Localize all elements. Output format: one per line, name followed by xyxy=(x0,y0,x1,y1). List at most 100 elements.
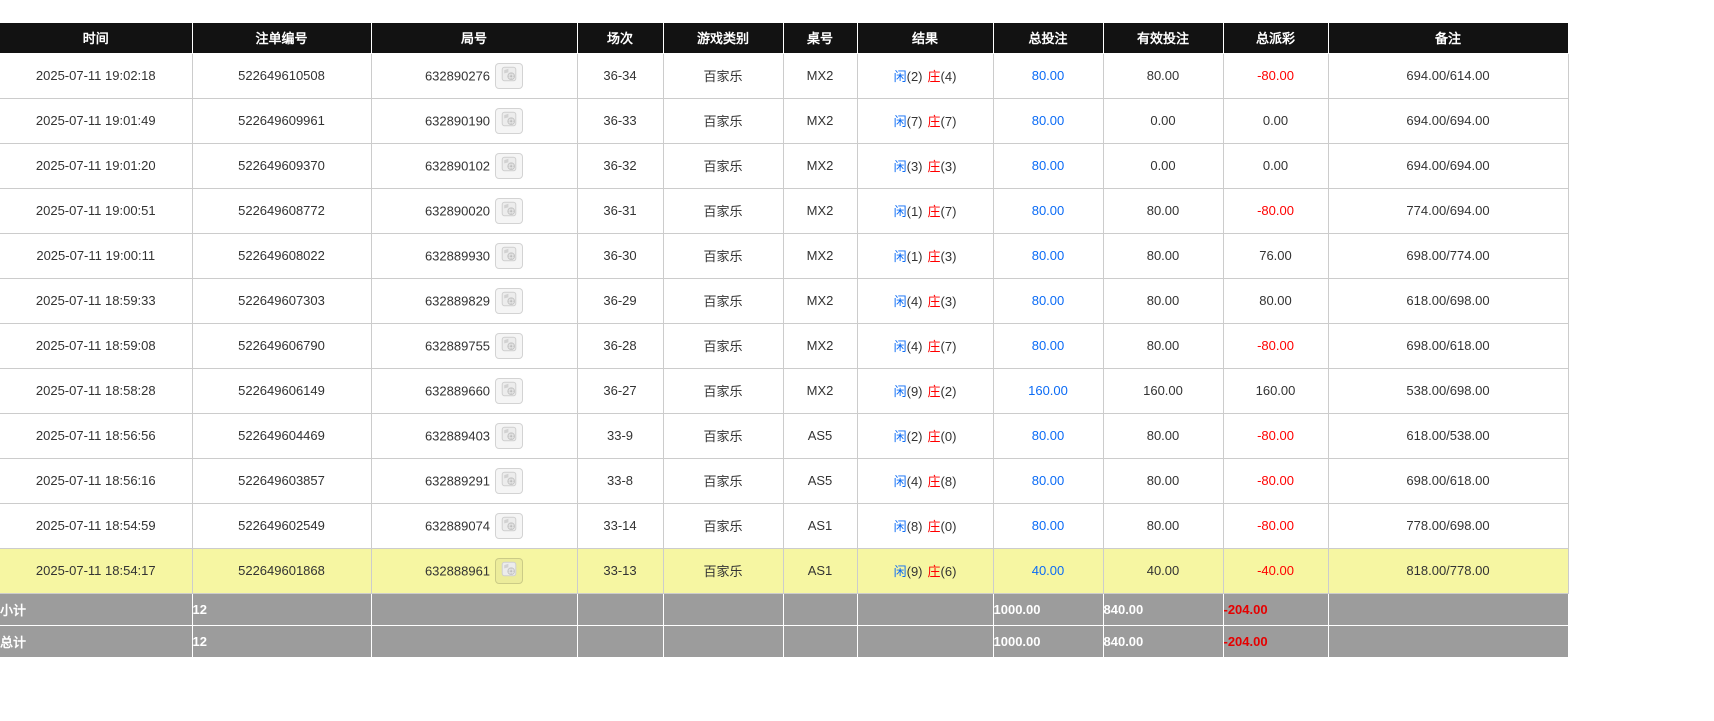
round-id-cell: 632890102 xyxy=(371,143,577,188)
video-replay-button[interactable] xyxy=(495,558,523,584)
banker-score: (7) xyxy=(941,114,957,129)
col-header-table-no: 桌号 xyxy=(783,23,857,53)
result-cell: 闲(2)庄(0) xyxy=(857,413,993,458)
valid-bet-cell: 40.00 xyxy=(1103,548,1223,593)
video-replay-button[interactable] xyxy=(495,198,523,224)
session-cell: 36-33 xyxy=(577,98,663,143)
video-replay-button[interactable] xyxy=(495,333,523,359)
banker-score: (0) xyxy=(941,519,957,534)
table-no-cell: MX2 xyxy=(783,323,857,368)
total-bet-cell: 80.00 xyxy=(993,458,1103,503)
remark-cell: 698.00/618.00 xyxy=(1328,323,1568,368)
player-label: 闲 xyxy=(894,474,907,489)
valid-bet-cell: 80.00 xyxy=(1103,503,1223,548)
video-replay-button[interactable] xyxy=(495,468,523,494)
col-header-payout: 总派彩 xyxy=(1223,23,1328,53)
video-replay-icon xyxy=(501,381,517,400)
game-type-cell: 百家乐 xyxy=(663,548,783,593)
video-replay-icon xyxy=(501,111,517,130)
table-row[interactable]: 2025-07-11 19:00:11 522649608022 6328899… xyxy=(0,233,1568,278)
table-header-row: 时间 注单编号 局号 场次 游戏类别 桌号 结果 总投注 有效投注 总派彩 备注 xyxy=(0,23,1568,53)
game-type-cell: 百家乐 xyxy=(663,323,783,368)
subtotal-payout: -204.00 xyxy=(1223,593,1328,625)
round-id: 632889291 xyxy=(425,473,490,488)
video-replay-button[interactable] xyxy=(495,153,523,179)
table-row[interactable]: 2025-07-11 18:54:59 522649602549 6328890… xyxy=(0,503,1568,548)
result-cell: 闲(3)庄(3) xyxy=(857,143,993,188)
table-row[interactable]: 2025-07-11 18:56:56 522649604469 6328894… xyxy=(0,413,1568,458)
table-row[interactable]: 2025-07-11 18:58:28 522649606149 6328896… xyxy=(0,368,1568,413)
player-score: (2) xyxy=(907,429,923,444)
video-replay-button[interactable] xyxy=(495,108,523,134)
result-cell: 闲(9)庄(2) xyxy=(857,368,993,413)
player-label: 闲 xyxy=(894,339,907,354)
table-row[interactable]: 2025-07-11 19:00:51 522649608772 6328900… xyxy=(0,188,1568,233)
table-row[interactable]: 2025-07-11 18:56:16 522649603857 6328892… xyxy=(0,458,1568,503)
table-row[interactable]: 2025-07-11 19:01:20 522649609370 6328901… xyxy=(0,143,1568,188)
round-id: 632889403 xyxy=(425,428,490,443)
grand-total-valid-bet: 840.00 xyxy=(1103,625,1223,657)
session-cell: 36-30 xyxy=(577,233,663,278)
payout-cell: -80.00 xyxy=(1223,458,1328,503)
banker-score: (3) xyxy=(941,249,957,264)
result-cell: 闲(4)庄(7) xyxy=(857,323,993,368)
result-cell: 闲(1)庄(3) xyxy=(857,233,993,278)
table-row[interactable]: 2025-07-11 18:54:17 522649601868 6328889… xyxy=(0,548,1568,593)
table-row[interactable]: 2025-07-11 19:02:18 522649610508 6328902… xyxy=(0,53,1568,98)
round-id: 632890190 xyxy=(425,113,490,128)
time-cell: 2025-07-11 18:56:56 xyxy=(0,413,192,458)
video-replay-button[interactable] xyxy=(495,288,523,314)
table-no-cell: MX2 xyxy=(783,278,857,323)
player-label: 闲 xyxy=(894,429,907,444)
total-bet-cell: 80.00 xyxy=(993,98,1103,143)
round-id: 632888961 xyxy=(425,563,490,578)
video-replay-button[interactable] xyxy=(495,63,523,89)
total-bet-cell: 80.00 xyxy=(993,503,1103,548)
banker-score: (6) xyxy=(941,564,957,579)
bet-id-cell: 522649604469 xyxy=(192,413,371,458)
video-replay-button[interactable] xyxy=(495,378,523,404)
subtotal-valid-bet: 840.00 xyxy=(1103,593,1223,625)
table-row[interactable]: 2025-07-11 18:59:33 522649607303 6328898… xyxy=(0,278,1568,323)
result-cell: 闲(2)庄(4) xyxy=(857,53,993,98)
session-cell: 33-14 xyxy=(577,503,663,548)
valid-bet-cell: 80.00 xyxy=(1103,458,1223,503)
remark-cell: 618.00/698.00 xyxy=(1328,278,1568,323)
session-cell: 36-28 xyxy=(577,323,663,368)
total-bet-cell: 80.00 xyxy=(993,323,1103,368)
player-label: 闲 xyxy=(894,69,907,84)
player-score: (4) xyxy=(907,339,923,354)
player-score: (9) xyxy=(907,384,923,399)
payout-cell: 80.00 xyxy=(1223,278,1328,323)
table-row[interactable]: 2025-07-11 19:01:49 522649609961 6328901… xyxy=(0,98,1568,143)
round-id: 632890102 xyxy=(425,158,490,173)
time-cell: 2025-07-11 19:00:51 xyxy=(0,188,192,233)
round-id: 632889930 xyxy=(425,248,490,263)
remark-cell: 538.00/698.00 xyxy=(1328,368,1568,413)
game-type-cell: 百家乐 xyxy=(663,413,783,458)
banker-score: (8) xyxy=(941,474,957,489)
round-id: 632889074 xyxy=(425,518,490,533)
player-label: 闲 xyxy=(894,114,907,129)
valid-bet-cell: 80.00 xyxy=(1103,323,1223,368)
player-label: 闲 xyxy=(894,294,907,309)
payout-cell: -80.00 xyxy=(1223,503,1328,548)
table-row[interactable]: 2025-07-11 18:59:08 522649606790 6328897… xyxy=(0,323,1568,368)
round-id-cell: 632889755 xyxy=(371,323,577,368)
game-type-cell: 百家乐 xyxy=(663,188,783,233)
video-replay-button[interactable] xyxy=(495,243,523,269)
round-id-cell: 632888961 xyxy=(371,548,577,593)
bet-id-cell: 522649601868 xyxy=(192,548,371,593)
session-cell: 33-8 xyxy=(577,458,663,503)
banker-label: 庄 xyxy=(928,69,941,84)
player-score: (9) xyxy=(907,564,923,579)
video-replay-button[interactable] xyxy=(495,513,523,539)
total-bet-cell: 80.00 xyxy=(993,53,1103,98)
player-score: (4) xyxy=(907,294,923,309)
table-body: 2025-07-11 19:02:18 522649610508 6328902… xyxy=(0,53,1568,593)
grand-total-row: 总计 12 1000.00 840.00 -204.00 xyxy=(0,625,1568,657)
col-header-bet-id: 注单编号 xyxy=(192,23,371,53)
video-replay-button[interactable] xyxy=(495,423,523,449)
video-replay-icon xyxy=(501,66,517,85)
table-no-cell: MX2 xyxy=(783,368,857,413)
